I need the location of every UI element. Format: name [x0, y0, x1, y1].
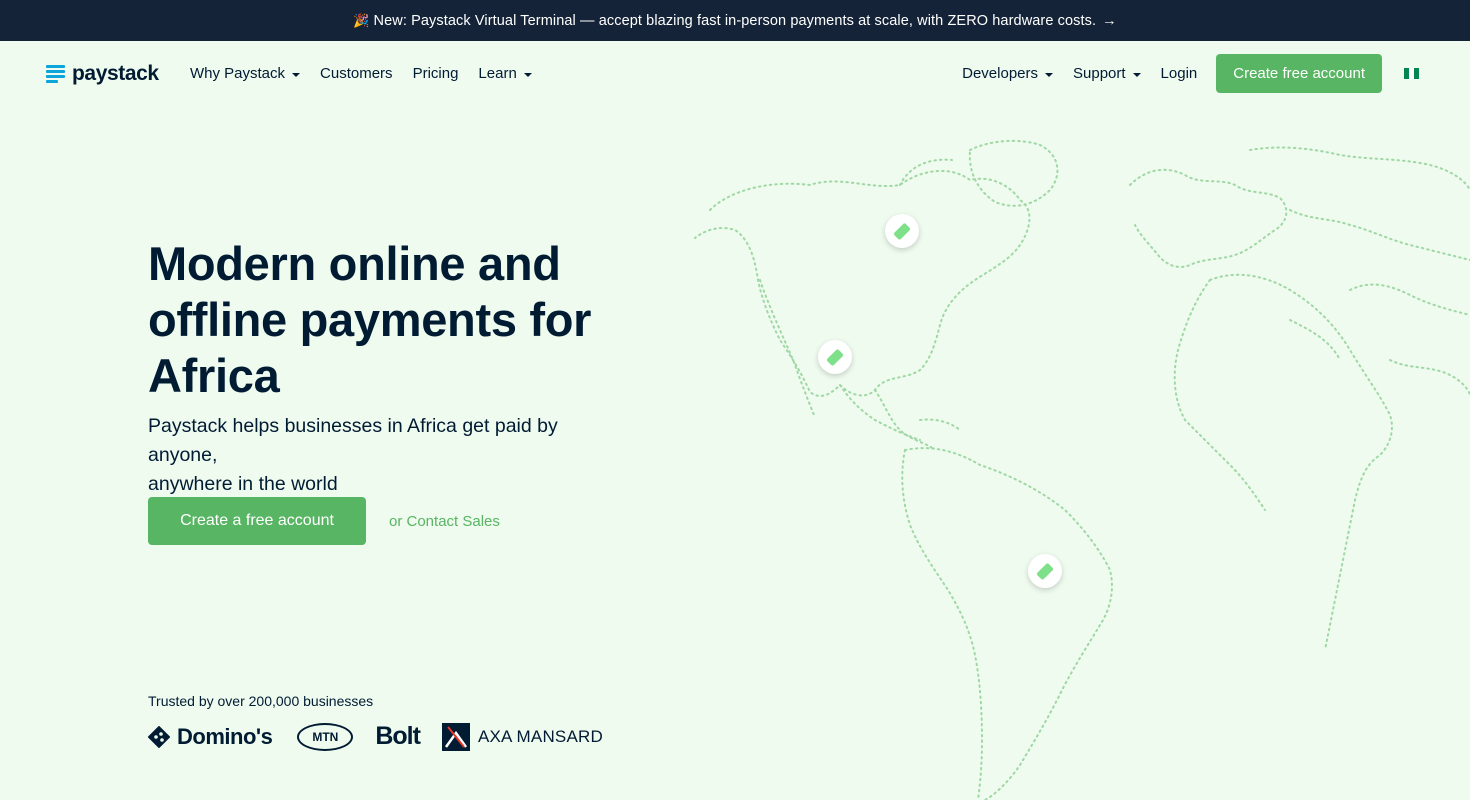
nav-customers-label: Customers: [320, 65, 393, 82]
world-map-illustration: [694, 139, 1470, 800]
nav-left-menu: Why Paystack Customers Pricing Learn: [190, 65, 552, 82]
hero-subtitle-line-2: anywhere in the world: [148, 473, 338, 495]
create-free-account-button[interactable]: Create free account: [1216, 54, 1382, 93]
arrow-right-icon: →: [1102, 12, 1117, 29]
nav-learn[interactable]: Learn: [478, 65, 532, 82]
axa-mansard-logo-text: AXA MANSARD: [477, 726, 603, 746]
caret-down-icon: [292, 72, 301, 77]
nav-support-label: Support: [1073, 65, 1126, 82]
hero-title-line-3: Africa: [148, 349, 280, 402]
bolt-logo: Bolt: [375, 722, 421, 751]
trusted-by-text: Trusted by over 200,000 businesses: [148, 693, 374, 709]
nav-developers-label: Developers: [962, 65, 1038, 82]
paystack-logo-icon: [46, 64, 65, 84]
card-pin-icon: [885, 214, 919, 248]
caret-down-icon: [1132, 72, 1141, 77]
axa-mansard-logo: AXA MANSARD: [441, 722, 603, 751]
announcement-text[interactable]: New: Paystack Virtual Terminal — accept …: [374, 13, 1097, 29]
party-popper-icon: 🎉: [353, 12, 370, 28]
hero-subtitle: Paystack helps businesses in Africa get …: [148, 412, 628, 499]
nigeria-flag-icon[interactable]: [1404, 68, 1419, 79]
nav-pricing-label: Pricing: [412, 65, 459, 82]
card-pin-icon: [1028, 554, 1062, 588]
nav-customers[interactable]: Customers: [320, 65, 393, 82]
nav-pricing[interactable]: Pricing: [413, 65, 459, 82]
contact-sales-link[interactable]: or Contact Sales: [389, 513, 500, 530]
nav-why-paystack-label: Why Paystack: [190, 65, 286, 82]
hero-title: Modern online and offline payments for A…: [148, 236, 668, 404]
hero-subtitle-line-1: Paystack helps businesses in Africa get …: [148, 415, 558, 466]
create-a-free-account-button[interactable]: Create a free account: [148, 497, 366, 545]
nav-learn-label: Learn: [478, 65, 517, 82]
hero-title-line-1: Modern online and: [148, 237, 561, 290]
nav-login-label: Login: [1160, 65, 1198, 82]
hero-title-line-2: offline payments for: [148, 293, 592, 346]
dominos-logo-text: Domino's: [177, 723, 273, 749]
mtn-logo-text: MTN: [312, 729, 339, 744]
nav-right-menu: Developers Support Login Create free acc…: [962, 54, 1470, 93]
bolt-logo-text: Bolt: [375, 722, 421, 750]
caret-down-icon: [523, 72, 532, 77]
dominos-logo: Domino's: [148, 723, 273, 750]
top-navigation: paystack Why Paystack Customers Pricing …: [0, 41, 1470, 107]
caret-down-icon: [1045, 72, 1053, 77]
announcement-banner[interactable]: 🎉 New: Paystack Virtual Terminal — accep…: [0, 0, 1470, 41]
nav-why-paystack[interactable]: Why Paystack: [190, 65, 301, 82]
paystack-logo[interactable]: paystack: [46, 62, 159, 86]
axa-logo-icon: [441, 722, 470, 751]
mtn-logo: MTN: [297, 722, 354, 751]
nav-developers[interactable]: Developers: [962, 65, 1053, 82]
card-pin-icon: [818, 340, 852, 374]
nav-support[interactable]: Support: [1073, 65, 1141, 82]
nav-login[interactable]: Login: [1161, 65, 1198, 82]
customer-logos: Domino's MTN Bolt AXA MANSARD: [148, 722, 603, 751]
logo-text: paystack: [72, 62, 159, 85]
dominos-tile-icon: [148, 725, 170, 748]
